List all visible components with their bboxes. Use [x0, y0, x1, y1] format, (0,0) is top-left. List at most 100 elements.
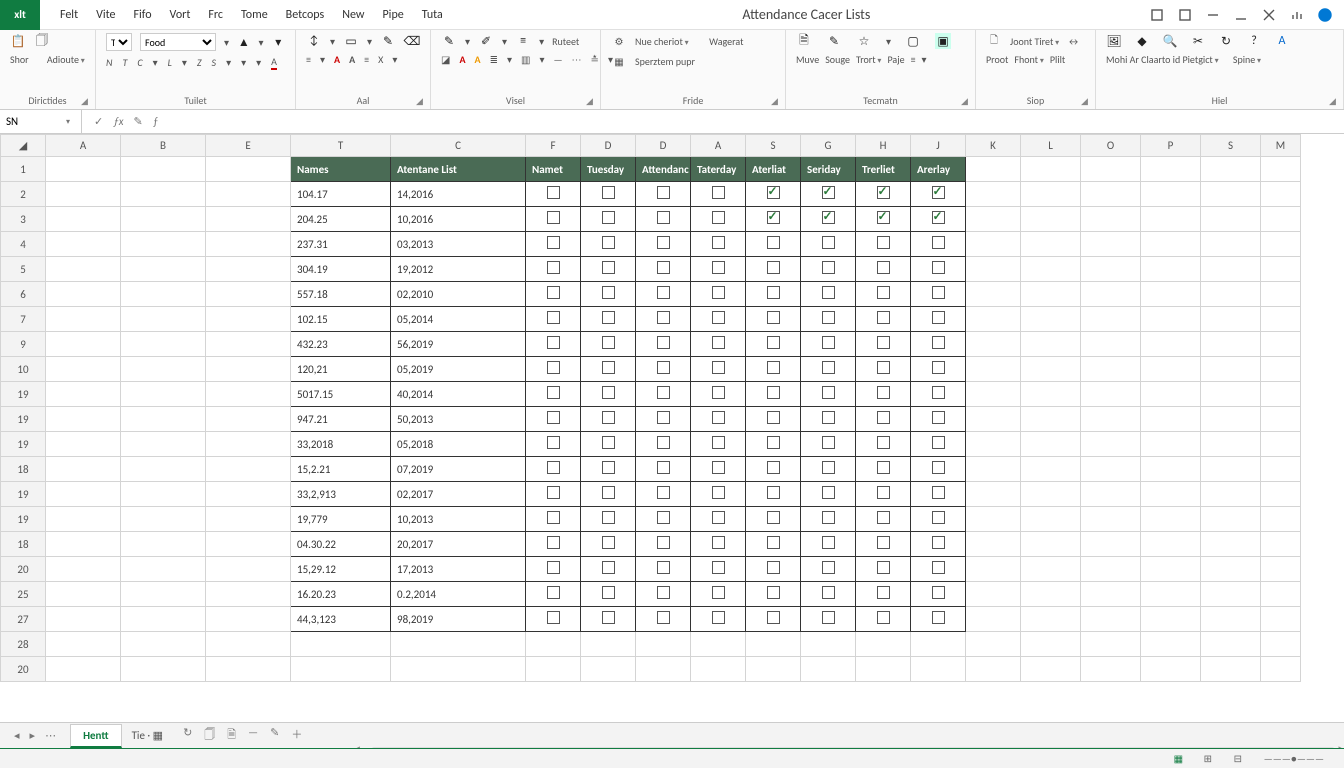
- checkbox-cell[interactable]: [691, 282, 746, 307]
- cell[interactable]: [46, 507, 121, 532]
- checkbox-cell[interactable]: [746, 457, 801, 482]
- cell[interactable]: [1201, 482, 1261, 507]
- column-header[interactable]: T: [291, 135, 391, 157]
- checkbox-icon[interactable]: [602, 586, 615, 599]
- cell[interactable]: [1201, 432, 1261, 457]
- checkbox-icon[interactable]: [822, 336, 835, 349]
- row-header[interactable]: 19: [1, 482, 46, 507]
- cell[interactable]: [46, 657, 121, 682]
- checkbox-icon[interactable]: [877, 386, 890, 399]
- checkbox-icon[interactable]: [657, 536, 670, 549]
- table-cell[interactable]: 02,2017: [391, 482, 526, 507]
- checkbox-cell[interactable]: [856, 257, 911, 282]
- checkbox-icon[interactable]: [932, 411, 945, 424]
- window-icon[interactable]: [1178, 8, 1192, 22]
- cell[interactable]: [911, 657, 966, 682]
- cell[interactable]: [206, 257, 291, 282]
- checkbox-cell[interactable]: [526, 307, 581, 332]
- checkbox-cell[interactable]: [746, 607, 801, 632]
- cell[interactable]: [121, 607, 206, 632]
- cell[interactable]: [1201, 407, 1261, 432]
- checkbox-cell[interactable]: [581, 607, 636, 632]
- cell[interactable]: [1201, 557, 1261, 582]
- checkbox-icon[interactable]: [932, 586, 945, 599]
- cell[interactable]: [1021, 207, 1081, 232]
- checkbox-icon[interactable]: [602, 261, 615, 274]
- cell[interactable]: [1261, 532, 1301, 557]
- checkbox-cell[interactable]: [636, 382, 691, 407]
- cell[interactable]: [1201, 507, 1261, 532]
- checkbox-cell[interactable]: [526, 232, 581, 257]
- checkbox-cell[interactable]: [911, 257, 966, 282]
- cell[interactable]: [206, 557, 291, 582]
- checkbox-cell[interactable]: [636, 182, 691, 207]
- checkbox-icon[interactable]: [712, 236, 725, 249]
- ribbon-button[interactable]: Ruteet: [552, 35, 579, 48]
- cell[interactable]: [121, 432, 206, 457]
- checkbox-icon[interactable]: [547, 611, 560, 624]
- checkbox-cell[interactable]: [581, 532, 636, 557]
- image-icon[interactable]: 🖼: [1106, 33, 1122, 49]
- checkbox-icon[interactable]: [877, 311, 890, 324]
- name-box-input[interactable]: [0, 115, 60, 128]
- checkbox-icon[interactable]: [547, 436, 560, 449]
- checkbox-icon[interactable]: [657, 286, 670, 299]
- checkbox-icon[interactable]: [712, 211, 725, 224]
- checkbox-cell[interactable]: [746, 382, 801, 407]
- checkbox-cell[interactable]: [801, 507, 856, 532]
- row-header[interactable]: 27: [1, 607, 46, 632]
- checkbox-icon[interactable]: [602, 386, 615, 399]
- row-header[interactable]: 28: [1, 632, 46, 657]
- cell[interactable]: [581, 657, 636, 682]
- table-cell[interactable]: 07,2019: [391, 457, 526, 482]
- cell[interactable]: [1021, 232, 1081, 257]
- table-cell[interactable]: 15,29.12: [291, 557, 391, 582]
- checkbox-cell[interactable]: [746, 557, 801, 582]
- checkbox-cell[interactable]: [636, 307, 691, 332]
- table-cell[interactable]: 14,2016: [391, 182, 526, 207]
- edit-icon[interactable]: ✎: [270, 726, 279, 745]
- dropdown-icon[interactable]: ▾: [60, 117, 76, 127]
- cell[interactable]: [746, 632, 801, 657]
- checkbox-icon[interactable]: [547, 236, 560, 249]
- cell[interactable]: [206, 207, 291, 232]
- paste-icon[interactable]: 🗎: [227, 726, 236, 745]
- cell[interactable]: [1141, 632, 1201, 657]
- checkbox-cell[interactable]: [746, 357, 801, 382]
- view-break-icon[interactable]: ⊟: [1234, 752, 1248, 766]
- checkbox-cell[interactable]: [746, 407, 801, 432]
- cell[interactable]: [1201, 257, 1261, 282]
- cell[interactable]: [1081, 182, 1141, 207]
- cell[interactable]: [1081, 232, 1141, 257]
- fill-icon[interactable]: ◪: [441, 53, 450, 66]
- cell[interactable]: [206, 532, 291, 557]
- cell[interactable]: [1021, 482, 1081, 507]
- menu-item[interactable]: Tome: [241, 8, 268, 22]
- column-header[interactable]: D: [636, 135, 691, 157]
- menu-item[interactable]: Pipe: [382, 8, 403, 22]
- column-header[interactable]: F: [526, 135, 581, 157]
- ribbon-button[interactable]: Muve: [796, 53, 819, 66]
- checkbox-cell[interactable]: [801, 307, 856, 332]
- view-layout-icon[interactable]: ⊞: [1204, 752, 1218, 766]
- name-box[interactable]: ▾: [0, 110, 82, 134]
- cell[interactable]: [1081, 657, 1141, 682]
- cell[interactable]: [1141, 532, 1201, 557]
- cell[interactable]: [1261, 282, 1301, 307]
- checkbox-cell[interactable]: [636, 457, 691, 482]
- cell[interactable]: [1021, 407, 1081, 432]
- checkbox-icon[interactable]: [547, 361, 560, 374]
- cell[interactable]: [526, 632, 581, 657]
- cell[interactable]: [46, 257, 121, 282]
- checkbox-cell[interactable]: [856, 357, 911, 382]
- column-header[interactable]: L: [1021, 135, 1081, 157]
- checkbox-cell[interactable]: [526, 432, 581, 457]
- checkbox-cell[interactable]: [746, 257, 801, 282]
- checkbox-icon[interactable]: [822, 311, 835, 324]
- table-cell[interactable]: 44,3,123: [291, 607, 391, 632]
- checkbox-icon[interactable]: [657, 336, 670, 349]
- checkbox-cell[interactable]: [856, 182, 911, 207]
- ribbon-button[interactable]: Paje: [887, 53, 904, 66]
- checkbox-cell[interactable]: [801, 407, 856, 432]
- checkbox-icon[interactable]: [932, 236, 945, 249]
